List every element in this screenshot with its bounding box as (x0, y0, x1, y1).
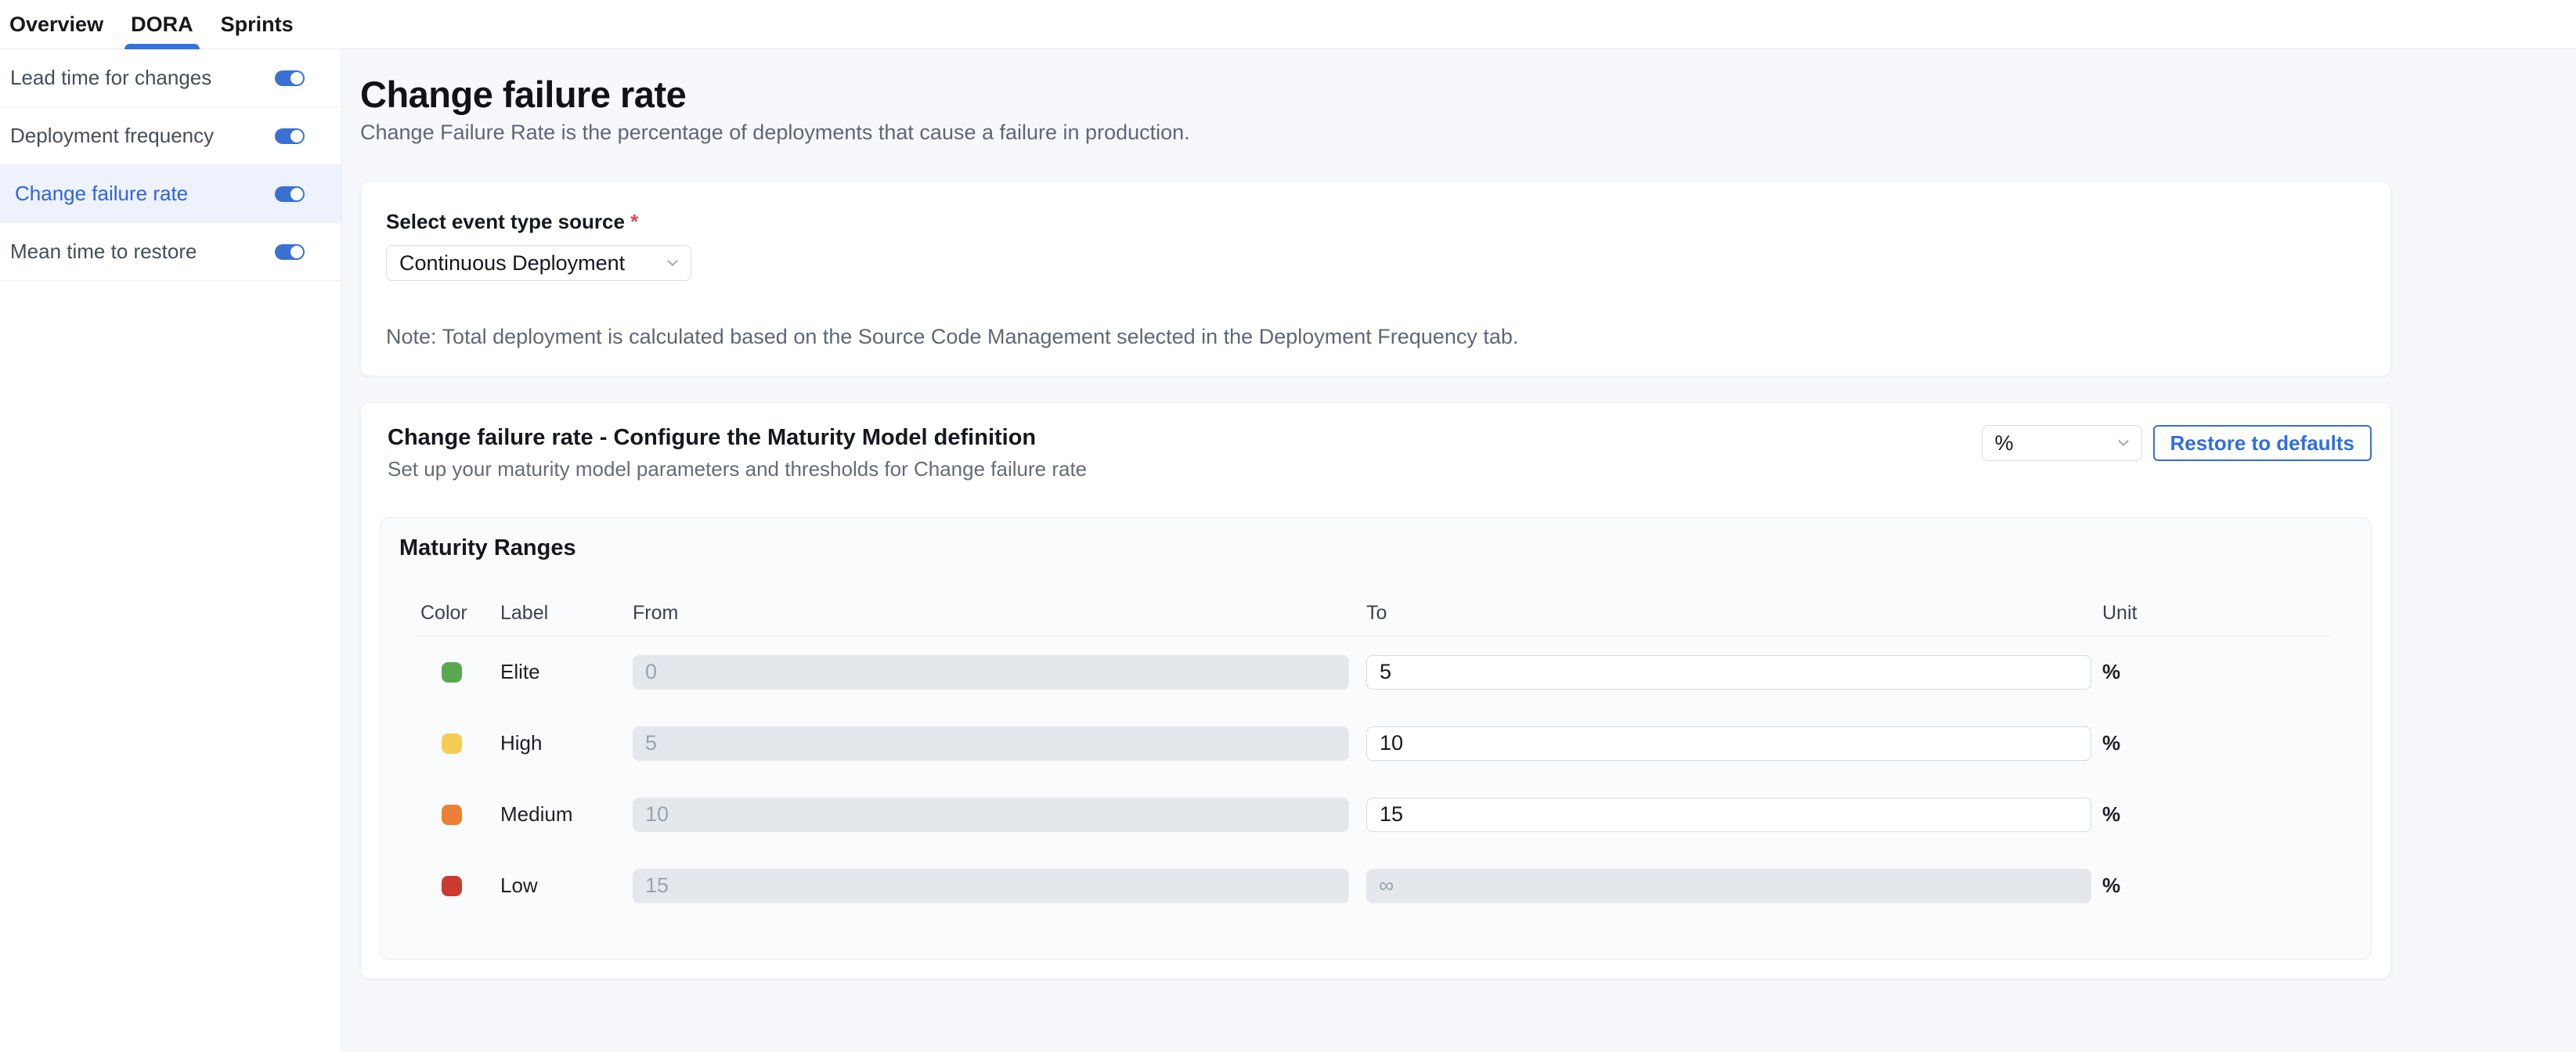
maturity-card-controls: % Restore to defaults (1982, 425, 2372, 461)
table-row-elite: Elite % (417, 636, 2332, 708)
maturity-ranges-title: Maturity Ranges (399, 535, 2352, 561)
chevron-down-icon (2115, 434, 2132, 452)
event-source-label-text: Select event type source (386, 210, 625, 233)
deployment-frequency-toggle[interactable] (275, 128, 305, 144)
low-unit: % (2102, 874, 2332, 898)
sidebar-item-label: Lead time for changes (10, 66, 211, 90)
deployment-note: Note: Total deployment is calculated bas… (386, 325, 2365, 349)
event-source-select[interactable]: Continuous Deployment (386, 245, 691, 281)
metrics-sidebar: Lead time for changes Deployment frequen… (0, 49, 342, 1052)
restore-defaults-button[interactable]: Restore to defaults (2153, 425, 2372, 461)
unit-selected-value: % (1995, 431, 2014, 456)
medium-color-swatch (442, 805, 462, 825)
medium-unit: % (2102, 802, 2332, 827)
column-header-from: From (633, 602, 1366, 625)
table-row-medium: Medium % (417, 779, 2332, 850)
row-label-elite: Elite (500, 660, 633, 684)
column-header-unit: Unit (2102, 602, 2332, 625)
sidebar-item-lead-time[interactable]: Lead time for changes (0, 49, 341, 107)
maturity-header-text: Change failure rate - Configure the Matu… (388, 425, 1087, 481)
low-color-swatch (442, 876, 462, 896)
table-row-low: Low % (417, 850, 2332, 921)
table-header-row: Color Label From To Unit (417, 602, 2332, 636)
maturity-ranges-table: Color Label From To Unit Elite % (417, 602, 2332, 921)
row-label-high: High (500, 731, 633, 755)
page-title: Change failure rate (360, 74, 2391, 115)
top-tab-bar: Overview DORA Sprints (0, 0, 2576, 49)
maturity-ranges-panel: Maturity Ranges Color Label From To Unit… (380, 517, 2372, 960)
page-layout: Lead time for changes Deployment frequen… (0, 49, 2576, 1052)
tab-dora[interactable]: DORA (131, 0, 193, 49)
elite-color-swatch (442, 662, 462, 683)
event-source-label: Select event type source * (386, 210, 2365, 234)
event-source-card: Select event type source * Continuous De… (360, 181, 2391, 376)
sidebar-item-label: Mean time to restore (10, 240, 197, 264)
table-row-high: High % (417, 708, 2332, 779)
required-asterisk: * (630, 210, 638, 233)
elite-from-input (633, 655, 1349, 690)
tab-overview[interactable]: Overview (9, 0, 103, 49)
sidebar-item-label: Deployment frequency (10, 124, 214, 148)
page-description: Change Failure Rate is the percentage of… (360, 120, 2391, 145)
high-from-input (633, 726, 1349, 761)
sidebar-item-label: Change failure rate (15, 182, 188, 206)
chevron-down-icon (664, 254, 681, 272)
low-from-input (633, 869, 1349, 903)
low-to-input (1366, 869, 2091, 903)
event-source-selected-value: Continuous Deployment (399, 251, 625, 276)
unit-select[interactable]: % (1982, 425, 2142, 461)
change-failure-rate-toggle[interactable] (275, 186, 305, 202)
main-content: Change failure rate Change Failure Rate … (342, 49, 2576, 1052)
medium-from-input (633, 798, 1349, 832)
sidebar-item-mean-time-to-restore[interactable]: Mean time to restore (0, 223, 341, 281)
maturity-card-subtitle: Set up your maturity model parameters an… (388, 457, 1087, 481)
column-header-label: Label (500, 602, 633, 625)
sidebar-item-deployment-frequency[interactable]: Deployment frequency (0, 107, 341, 165)
row-label-low: Low (500, 874, 633, 898)
lead-time-toggle[interactable] (275, 70, 305, 86)
high-color-swatch (442, 733, 462, 754)
tab-sprints[interactable]: Sprints (221, 0, 294, 49)
elite-unit: % (2102, 660, 2332, 684)
high-to-input[interactable] (1366, 726, 2091, 761)
elite-to-input[interactable] (1366, 655, 2091, 690)
row-label-medium: Medium (500, 802, 633, 827)
mean-time-to-restore-toggle[interactable] (275, 244, 305, 260)
column-header-color: Color (417, 602, 500, 625)
maturity-card-title: Change failure rate - Configure the Matu… (388, 425, 1087, 451)
maturity-card-header: Change failure rate - Configure the Matu… (380, 425, 2372, 481)
sidebar-item-change-failure-rate[interactable]: Change failure rate (0, 165, 341, 223)
maturity-model-card: Change failure rate - Configure the Matu… (360, 402, 2391, 979)
column-header-to: To (1366, 602, 2102, 625)
high-unit: % (2102, 731, 2332, 755)
medium-to-input[interactable] (1366, 798, 2091, 832)
